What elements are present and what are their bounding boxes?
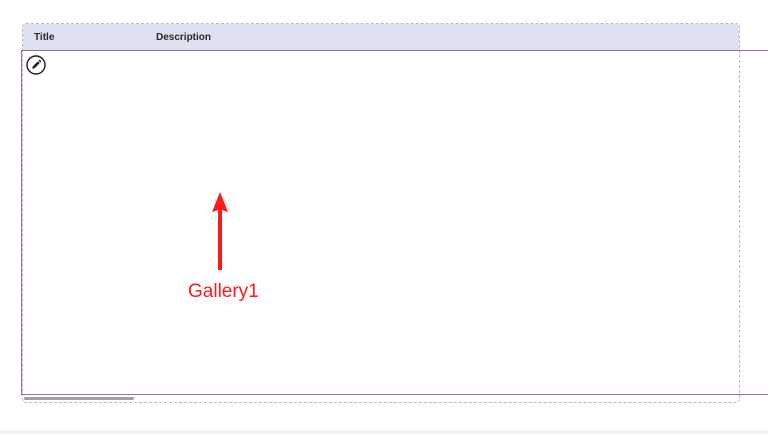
gallery-annotation-label: Gallery1 xyxy=(188,281,259,302)
gallery-container[interactable] xyxy=(21,50,768,395)
column-header-title[interactable]: Title xyxy=(34,32,54,43)
edit-button[interactable] xyxy=(26,55,46,75)
red-arrow-icon xyxy=(212,192,228,270)
table-header-row: Title Description xyxy=(23,24,739,51)
canvas: Title Description Gallery1 xyxy=(0,0,768,430)
column-header-description[interactable]: Description xyxy=(156,32,211,43)
horizontal-scrollbar[interactable] xyxy=(24,397,134,400)
pencil-icon xyxy=(26,55,46,75)
